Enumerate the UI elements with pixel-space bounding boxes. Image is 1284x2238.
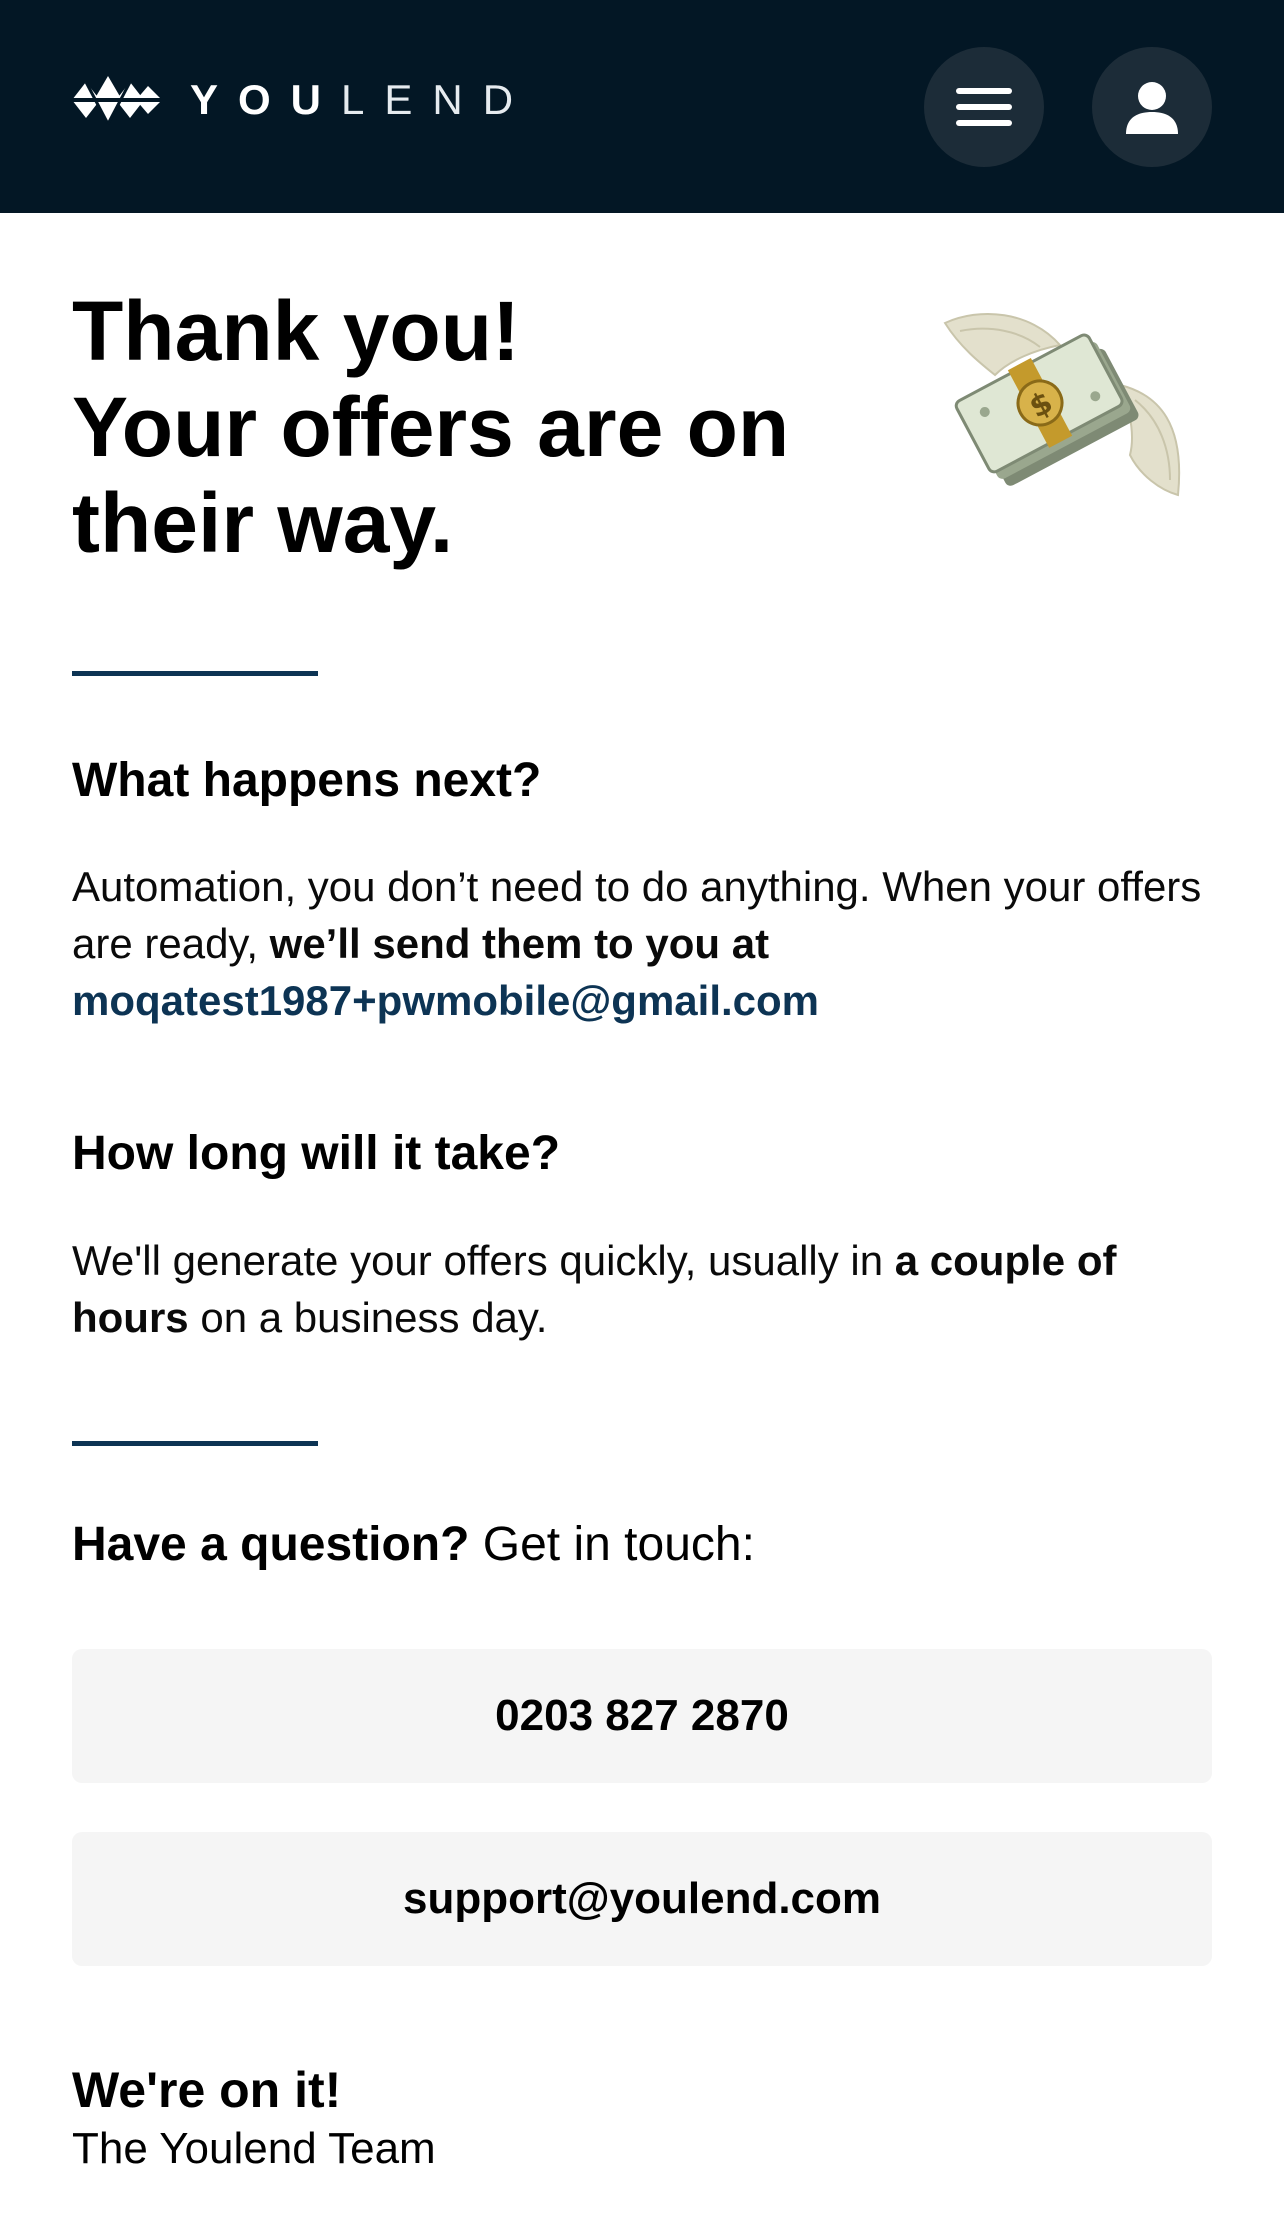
- title-line-2: Your offers are on: [72, 380, 790, 474]
- question-rest: Get in touch:: [469, 1518, 755, 1571]
- how-long-text: We'll generate your offers quickly, usua…: [72, 1232, 1212, 1346]
- section-divider: [72, 671, 318, 676]
- what-happens-next-heading: What happens next?: [72, 754, 542, 807]
- contact-prompt: Have a question? Get in touch:: [72, 1515, 755, 1575]
- page-title: Thank you! Your offers are on their way.: [72, 283, 892, 571]
- signoff-title: We're on it!: [72, 2062, 342, 2118]
- account-button[interactable]: [1092, 47, 1212, 167]
- recipient-email-link[interactable]: moqatest1987+pwmobile@gmail.com: [72, 972, 1212, 1029]
- title-line-3: their way.: [72, 476, 454, 570]
- youlend-logo[interactable]: YOU LEND: [72, 68, 533, 132]
- brand-wordmark: YOU LEND: [190, 76, 533, 124]
- menu-button[interactable]: [924, 47, 1044, 167]
- signoff-name: The Youlend Team: [72, 2124, 436, 2173]
- how-long-heading: How long will it take?: [72, 1127, 561, 1180]
- money-with-wings-icon: $: [943, 313, 1181, 497]
- brand-lend: LEND: [341, 76, 534, 123]
- phone-button[interactable]: 0203 827 2870: [72, 1649, 1212, 1783]
- user-account-icon: [1126, 82, 1178, 134]
- what-happens-next-text: Automation, you don’t need to do anythin…: [72, 858, 1212, 1029]
- question-bold: Have a question?: [72, 1518, 470, 1571]
- hamburger-menu-icon: [956, 88, 1012, 126]
- timing-text-tail: on a business day.: [188, 1294, 548, 1341]
- youlend-logo-icon: [72, 76, 162, 125]
- timing-text-lead: We'll generate your offers quickly, usua…: [72, 1237, 895, 1284]
- support-email-button[interactable]: support@youlend.com: [72, 1832, 1212, 1966]
- brand-you: YOU: [190, 76, 342, 123]
- section-divider: [72, 1441, 318, 1446]
- top-header: YOU LEND: [0, 0, 1284, 213]
- title-line-1: Thank you!: [72, 284, 521, 378]
- next-text-bold: we’ll send them to you at: [269, 920, 770, 967]
